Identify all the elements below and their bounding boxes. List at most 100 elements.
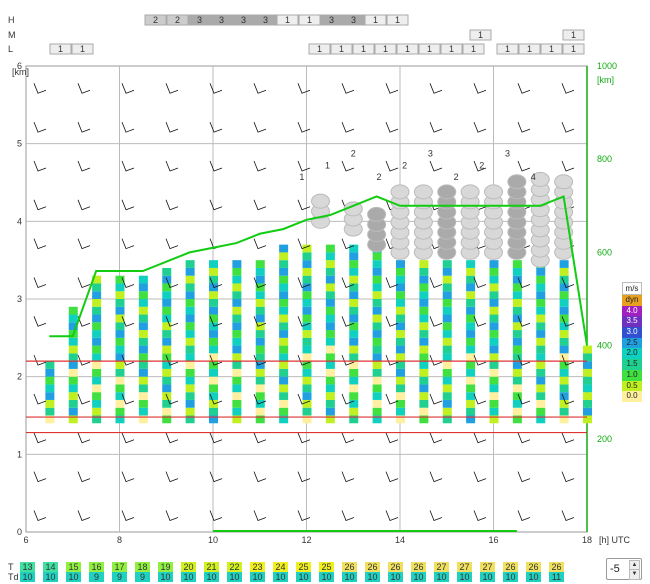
- velocity-cell: [419, 407, 429, 416]
- velocity-cell: [419, 368, 429, 377]
- velocity-cell: [349, 330, 359, 338]
- cover-value: 1: [307, 15, 312, 25]
- velocity-cell: [279, 337, 289, 346]
- offset-stepper[interactable]: -5 ▲ ▼: [606, 558, 642, 580]
- velocity-cell: [489, 376, 499, 385]
- velocity-cell: [325, 314, 335, 323]
- velocity-cell: [138, 283, 148, 292]
- velocity-cell: [185, 267, 195, 276]
- t-value: 21: [206, 562, 216, 572]
- velocity-cell: [232, 361, 242, 369]
- velocity-cell: [372, 361, 382, 369]
- t-value: 26: [390, 562, 400, 572]
- velocity-cell: [396, 353, 405, 362]
- velocity-cell: [302, 244, 312, 253]
- velocity-cell: [45, 361, 55, 369]
- cover-value: 2: [153, 15, 158, 25]
- velocity-cell: [512, 407, 522, 416]
- velocity-cell: [372, 252, 382, 261]
- velocity-cell: [255, 345, 265, 354]
- velocity-cell: [302, 314, 312, 323]
- x-tick-label: 14: [395, 535, 405, 545]
- velocity-cell: [489, 267, 499, 276]
- velocity-cell: [302, 275, 312, 284]
- velocity-cell: [232, 353, 242, 362]
- velocity-cell: [396, 299, 405, 307]
- velocity-cell: [255, 368, 265, 377]
- velocity-cell: [302, 353, 312, 362]
- cover-value: 3: [241, 15, 246, 25]
- td-value: 10: [528, 572, 538, 582]
- cover-value: 1: [571, 44, 576, 54]
- td-value: 10: [482, 572, 492, 582]
- velocity-cell: [372, 345, 382, 354]
- velocity-cell: [536, 283, 546, 292]
- vertical-velocity-legend: m/s dyn 4.0 3.5 3.0 2.5 2.0 1.5 1.0 0.5 0.0: [622, 282, 642, 402]
- velocity-cell: [302, 260, 312, 268]
- velocity-cell: [302, 361, 312, 369]
- velocity-cell: [489, 275, 499, 284]
- velocity-cell: [559, 337, 569, 346]
- t-value: 27: [459, 562, 469, 572]
- velocity-cell: [115, 361, 125, 369]
- velocity-cell: [536, 376, 546, 385]
- td-value: 10: [298, 572, 308, 582]
- velocity-cell: [92, 306, 102, 315]
- velocity-cell: [419, 314, 429, 323]
- velocity-cell: [466, 337, 476, 346]
- velocity-cell: [255, 337, 265, 346]
- velocity-cell: [372, 283, 382, 292]
- velocity-cell: [349, 368, 359, 377]
- x-tick-label: 8: [117, 535, 122, 545]
- velocity-cell: [138, 306, 148, 315]
- velocity-cell: [92, 283, 102, 292]
- velocity-cell: [162, 291, 172, 299]
- velocity-cell: [255, 291, 265, 299]
- velocity-cell: [115, 283, 125, 292]
- velocity-cell: [512, 353, 522, 362]
- velocity-cell: [162, 368, 172, 377]
- velocity-cell: [255, 407, 265, 416]
- cover-value: 3: [197, 15, 202, 25]
- velocity-cell: [442, 399, 452, 408]
- velocity-cell: [302, 368, 312, 377]
- cloud-puff: [507, 174, 527, 190]
- velocity-cell: [185, 275, 195, 284]
- cloud-number: 3: [428, 149, 433, 159]
- velocity-cell: [466, 361, 476, 369]
- t-value: 25: [321, 562, 331, 572]
- velocity-cell: [372, 384, 382, 393]
- legend-item: 0.5: [622, 380, 642, 392]
- legend-item: 2.0: [622, 348, 642, 360]
- velocity-cell: [209, 368, 218, 377]
- velocity-cell: [232, 384, 242, 393]
- t-value: 18: [137, 562, 147, 572]
- velocity-cell: [185, 283, 195, 292]
- velocity-cell: [442, 407, 452, 416]
- velocity-cell: [255, 306, 265, 315]
- velocity-cell: [466, 353, 476, 362]
- velocity-cell: [115, 368, 125, 377]
- velocity-cell: [302, 337, 312, 346]
- velocity-cell: [279, 376, 289, 385]
- velocity-cell: [489, 353, 499, 362]
- velocity-cell: [466, 392, 476, 400]
- x-tick-label: 18: [582, 535, 592, 545]
- velocity-cell: [325, 291, 335, 299]
- velocity-cell: [68, 384, 78, 393]
- velocity-cell: [372, 368, 382, 377]
- velocity-cell: [115, 399, 125, 408]
- cover-value: 3: [329, 15, 334, 25]
- velocity-cell: [536, 322, 546, 331]
- decrement-button[interactable]: ▼: [629, 569, 640, 580]
- legend-item: 2.5: [622, 337, 642, 349]
- velocity-cell: [162, 267, 172, 276]
- velocity-cell: [279, 252, 289, 261]
- velocity-cell: [583, 353, 592, 362]
- velocity-cell: [185, 299, 195, 307]
- velocity-cell: [68, 314, 78, 323]
- velocity-cell: [255, 353, 265, 362]
- cover-value: 1: [478, 30, 483, 40]
- velocity-cell: [489, 291, 499, 299]
- velocity-cell: [466, 299, 476, 307]
